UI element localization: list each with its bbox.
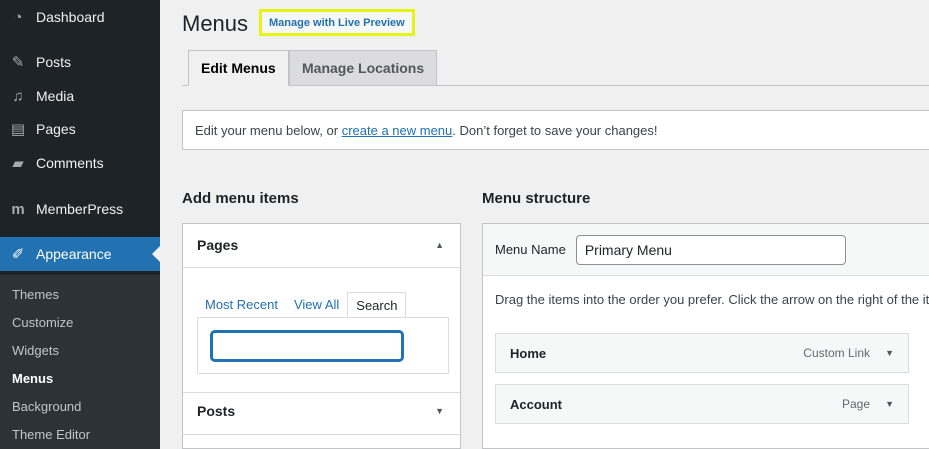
appearance-submenu: Themes Customize Widgets Menus Backgroun… xyxy=(0,275,160,449)
media-icon: ♫ xyxy=(12,87,24,105)
nav-tab-wrapper: Edit Menus Manage Locations xyxy=(182,50,929,86)
caret-down-icon: ▼ xyxy=(435,406,444,416)
add-menu-items-panel: Pages ▲ Most Recent View All Search Post… xyxy=(182,223,461,449)
caret-up-icon: ▲ xyxy=(435,240,444,250)
menu-item-account[interactable]: Account Page ▼ xyxy=(495,384,909,424)
sidebar-item-label: MemberPress xyxy=(36,201,124,217)
pages-accordion-header[interactable]: Pages ▲ xyxy=(183,224,460,266)
tab-search[interactable]: Search xyxy=(347,292,407,318)
comment-icon: ▰ xyxy=(12,155,24,172)
live-preview-button[interactable]: Manage with Live Preview xyxy=(259,9,415,36)
tab-edit-menus[interactable]: Edit Menus xyxy=(188,50,289,86)
tab-most-recent[interactable]: Most Recent xyxy=(197,292,286,318)
sidebar-item-pages[interactable]: ▤ Pages xyxy=(0,112,160,146)
appearance-icon: ✐ xyxy=(11,246,25,263)
divider xyxy=(183,267,460,268)
submenu-item-widgets[interactable]: Widgets xyxy=(12,343,59,358)
submenu-item-themes[interactable]: Themes xyxy=(12,287,59,302)
pages-inner-tabs: Most Recent View All Search xyxy=(197,292,407,318)
sidebar-item-memberpress[interactable]: m MemberPress xyxy=(0,192,160,226)
sidebar-item-comments[interactable]: ▰ Comments xyxy=(0,146,160,180)
posts-accordion-label: Posts xyxy=(197,403,236,419)
sidebar-item-label: Appearance xyxy=(36,246,112,262)
memberpress-icon: m xyxy=(11,200,25,218)
menu-item-type: Page xyxy=(841,397,870,411)
caret-down-icon[interactable]: ▼ xyxy=(885,399,894,409)
pages-accordion-label: Pages xyxy=(197,237,239,253)
menu-item-title: Account xyxy=(510,396,562,412)
submenu-item-menus[interactable]: Menus xyxy=(12,371,53,386)
submenu-item-background[interactable]: Background xyxy=(12,399,81,414)
menu-name-input[interactable] xyxy=(575,234,846,265)
sidebar-item-posts[interactable]: ✎ Posts xyxy=(0,45,160,79)
admin-sidebar: ◔ Dashboard ✎ Posts ♫ Media ▤ Pages ▰ Co… xyxy=(0,0,160,449)
menu-name-row: Menu Name xyxy=(483,224,929,276)
notice-text-before: Edit your menu below, or xyxy=(195,122,339,138)
manage-menus-notice: Edit your menu below, or create a new me… xyxy=(182,110,929,150)
posts-accordion-header[interactable]: Posts ▼ xyxy=(183,390,460,432)
sidebar-item-label: Media xyxy=(36,88,75,104)
pages-icon: ▤ xyxy=(10,121,26,138)
search-tab-panel xyxy=(197,317,449,374)
sidebar-item-label: Pages xyxy=(36,121,76,137)
create-menu-link[interactable]: create a new menu xyxy=(342,123,453,138)
caret-down-icon[interactable]: ▼ xyxy=(885,348,894,358)
menu-item-home[interactable]: Home Custom Link ▼ xyxy=(495,333,909,373)
submenu-item-customize[interactable]: Customize xyxy=(12,315,73,330)
tab-view-all[interactable]: View All xyxy=(286,292,347,318)
sidebar-item-media[interactable]: ♫ Media xyxy=(0,79,160,113)
pin-icon: ✎ xyxy=(11,54,25,71)
add-menu-items-heading: Add menu items xyxy=(182,190,299,207)
notice-text-after: . Don’t forget to save your changes! xyxy=(452,122,658,138)
menu-item-title: Home xyxy=(510,345,547,361)
sidebar-item-label: Comments xyxy=(36,155,104,171)
menu-name-label: Menu Name xyxy=(495,242,566,257)
submenu-item-theme-editor[interactable]: Theme Editor xyxy=(12,427,90,442)
sidebar-item-appearance[interactable]: ✐ Appearance xyxy=(0,237,160,271)
active-indicator xyxy=(152,246,160,262)
search-pages-input[interactable] xyxy=(211,331,403,361)
menu-structure-heading: Menu structure xyxy=(482,190,591,207)
menu-structure-panel: Menu Name Drag the items into the order … xyxy=(482,223,929,449)
drag-instructions: Drag the items into the order you prefer… xyxy=(495,292,929,307)
divider xyxy=(183,434,460,435)
dashboard-icon: ◔ xyxy=(13,8,23,26)
sidebar-item-label: Dashboard xyxy=(36,9,105,25)
sidebar-item-label: Posts xyxy=(36,54,72,70)
sidebar-item-dashboard[interactable]: ◔ Dashboard xyxy=(0,0,160,34)
page-title: Menus xyxy=(182,11,249,36)
menu-item-type: Custom Link xyxy=(803,346,870,360)
tab-manage-locations[interactable]: Manage Locations xyxy=(289,50,438,86)
